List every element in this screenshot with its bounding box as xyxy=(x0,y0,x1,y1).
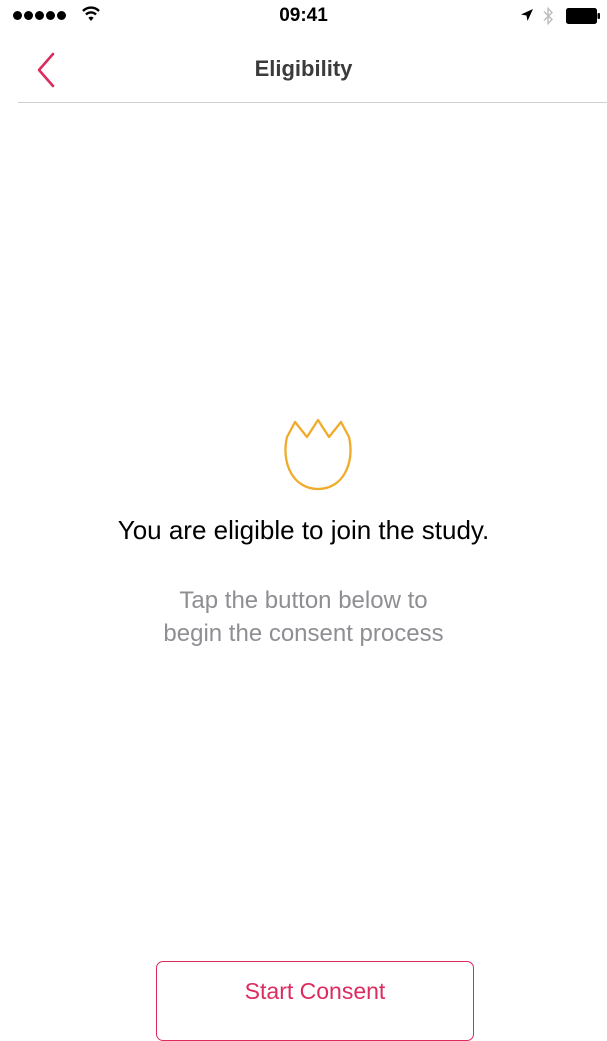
instruction-text: Tap the button below to begin the consen… xyxy=(0,584,607,650)
status-time: 09:41 xyxy=(279,5,328,26)
instruction-line-2: begin the consent process xyxy=(163,620,444,647)
instruction-line-1: Tap the button below to xyxy=(179,587,428,614)
location-arrow-icon xyxy=(521,9,533,21)
battery-full-icon xyxy=(566,8,600,24)
page-title: Eligibility xyxy=(254,56,353,81)
eligibility-headline: You are eligible to join the study. xyxy=(117,515,490,545)
bluetooth-icon xyxy=(543,6,553,26)
tulip-icon xyxy=(284,418,352,491)
navigation-bar: Eligibility xyxy=(0,34,607,103)
start-consent-button[interactable]: Start Consent xyxy=(156,961,474,1041)
status-bar: 09:41 xyxy=(0,0,607,34)
nav-divider xyxy=(18,102,607,103)
